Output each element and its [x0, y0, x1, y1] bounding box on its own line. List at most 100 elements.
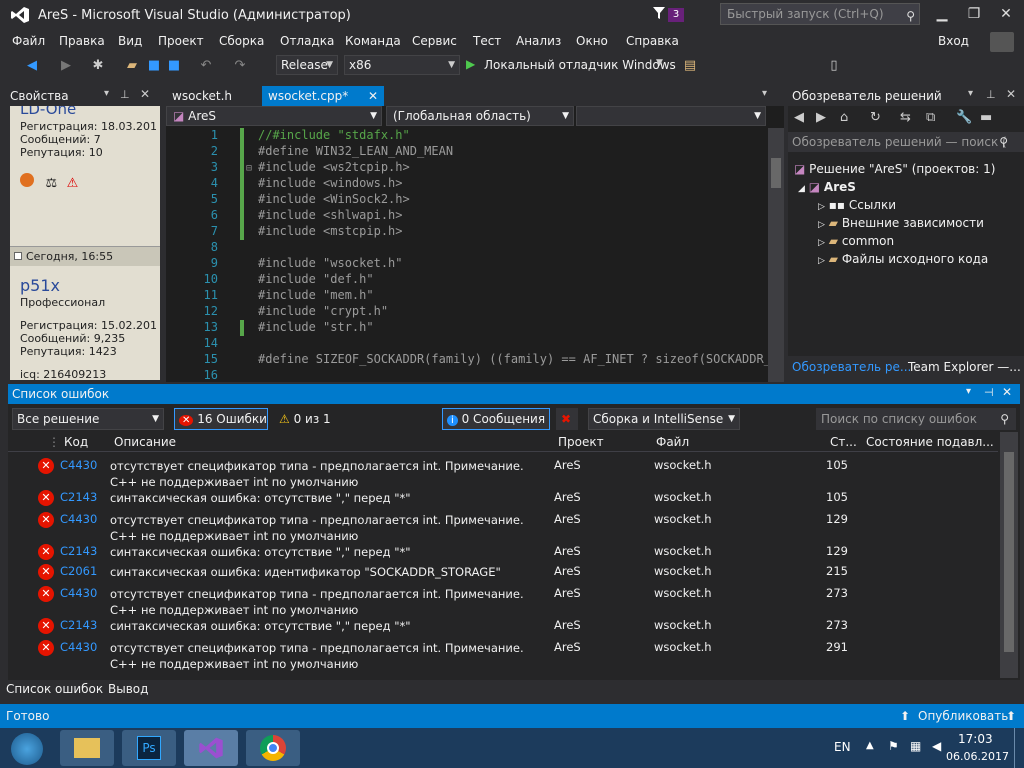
start-button[interactable]: [2, 730, 52, 766]
open-folder-icon[interactable]: ▰: [124, 58, 140, 74]
bookmark-icon[interactable]: ▯: [826, 58, 842, 74]
notification-badge[interactable]: 3: [668, 8, 684, 22]
expand-icon[interactable]: ▷: [818, 220, 825, 230]
tab-error-list[interactable]: Список ошибок: [6, 682, 103, 696]
table-row[interactable]: ✕ C4430 отсутствует спецификатор типа - пр…: [8, 638, 998, 672]
tab-wsocket-cpp[interactable]: wsocket.cpp* ✕: [262, 86, 384, 106]
notification-filter-icon[interactable]: [652, 6, 666, 20]
home-icon[interactable]: ⌂: [840, 110, 848, 125]
solution-search-input[interactable]: Обозреватель решений — поиск (⚲: [788, 132, 1024, 152]
quick-launch-input[interactable]: Быстрый запуск (Ctrl+Q) ⚲: [720, 3, 920, 25]
tree-solution-root[interactable]: ◪ Решение "AreS" (проектов: 1): [794, 162, 995, 176]
restore-button[interactable]: ❐: [958, 4, 990, 24]
menu-debug[interactable]: Отладка: [280, 34, 334, 48]
taskbar-visual-studio[interactable]: [184, 730, 238, 766]
column-description[interactable]: Описание: [114, 435, 176, 449]
login-link[interactable]: Вход: [938, 34, 969, 48]
menu-view[interactable]: Вид: [118, 34, 142, 48]
history-icon[interactable]: ↻: [870, 110, 881, 125]
error-search-input[interactable]: Поиск по списку ошибок ⚲: [816, 408, 1016, 430]
menu-build[interactable]: Сборка: [219, 34, 264, 48]
minimize-button[interactable]: ▁: [926, 4, 958, 24]
network-icon[interactable]: ▦: [910, 739, 921, 753]
action-center-icon[interactable]: ⚑: [888, 739, 899, 753]
find-in-files-icon[interactable]: ▤: [682, 58, 698, 74]
account-avatar[interactable]: [990, 32, 1014, 52]
volume-icon[interactable]: ◀: [932, 739, 941, 753]
code-lines[interactable]: ⊟ 1 //#include "stdafx.h" 2 #define WIN3…: [166, 128, 784, 382]
tree-item-common[interactable]: ▷ ▰ common: [818, 234, 894, 248]
table-row[interactable]: ✕ C2143 синтаксическая ошибка: отсутствие …: [8, 544, 998, 564]
forward-icon[interactable]: ▶: [816, 110, 826, 125]
warnings-filter-button[interactable]: ⚠ 0 из 1 Предупреждение: [274, 408, 434, 446]
taskbar-chrome[interactable]: [246, 730, 300, 766]
forward-icon[interactable]: ▶: [58, 58, 74, 74]
build-source-select[interactable]: Сборка и IntelliSense ▼: [588, 408, 740, 430]
collapse-all-icon[interactable]: ⧉: [926, 110, 935, 125]
pin-icon[interactable]: ⊥: [986, 88, 996, 101]
tab-wsocket-h[interactable]: wsocket.h: [166, 86, 260, 106]
tree-item-external-deps[interactable]: ▷ ▰ Внешние зависимости: [818, 216, 984, 230]
table-row[interactable]: ✕ C2061 синтаксическая ошибка: идентификат…: [8, 564, 998, 584]
menu-tools[interactable]: Сервис: [412, 34, 457, 48]
tab-team-explorer[interactable]: Team Explorer —...: [908, 360, 1021, 374]
menu-help[interactable]: Справка: [626, 34, 679, 48]
platform-select[interactable]: x86 ▼: [344, 55, 460, 75]
table-row[interactable]: ✕ C4430 отсутствует спецификатор типа - пр…: [8, 510, 998, 543]
table-row[interactable]: ✕ C2143 синтаксическая ошибка: отсутствие …: [8, 618, 998, 638]
sync-icon[interactable]: ⇆: [900, 110, 911, 125]
scrollbar-thumb[interactable]: [771, 158, 781, 188]
menu-edit[interactable]: Правка: [59, 34, 105, 48]
expand-icon[interactable]: ▷: [818, 202, 825, 212]
undo-icon[interactable]: ↶: [198, 58, 214, 74]
close-icon[interactable]: ✕: [1006, 87, 1016, 101]
chevron-up-icon[interactable]: ⬆: [1006, 709, 1016, 723]
back-icon[interactable]: ◀: [794, 110, 804, 125]
table-row[interactable]: ✕ C4430 отсутствует спецификатор типа - пр…: [8, 584, 998, 617]
menu-window[interactable]: Окно: [576, 34, 608, 48]
column-suppression[interactable]: Состояние подавл...: [866, 435, 994, 449]
column-code[interactable]: Код: [64, 435, 88, 449]
start-debugger-button[interactable]: Локальный отладчик Windows: [484, 58, 676, 72]
expand-icon[interactable]: ▷: [818, 238, 825, 248]
publish-icon[interactable]: ⬆: [900, 709, 910, 723]
close-icon[interactable]: ✕: [368, 86, 378, 106]
start-debug-icon[interactable]: ▶: [466, 57, 475, 71]
menu-test[interactable]: Тест: [473, 34, 501, 48]
show-desktop-button[interactable]: [1014, 728, 1024, 768]
menu-project[interactable]: Проект: [158, 34, 204, 48]
table-row[interactable]: ✕ C4430 отсутствует спецификатор типа - пр…: [8, 456, 998, 489]
menu-file[interactable]: Файл: [12, 34, 45, 48]
table-row[interactable]: ✕ C2143 синтаксическая ошибка: отсутствие …: [8, 490, 998, 510]
error-scope-select[interactable]: Все решение ▼: [12, 408, 164, 430]
project-scope-select[interactable]: ◪ AreS ▼: [166, 106, 382, 126]
global-scope-select[interactable]: (Глобальная область) ▼: [386, 106, 574, 126]
chevron-down-icon[interactable]: ▼: [656, 58, 663, 68]
error-list-scrollbar[interactable]: [1000, 432, 1018, 678]
expand-icon[interactable]: ◢: [798, 184, 805, 194]
column-file[interactable]: Файл: [656, 435, 689, 449]
column-sort-icon[interactable]: ⋮: [48, 435, 60, 449]
save-all-icon[interactable]: ■: [166, 58, 182, 74]
menu-analyze[interactable]: Анализ: [516, 34, 561, 48]
new-project-icon[interactable]: ✱: [90, 58, 106, 74]
language-indicator[interactable]: EN: [834, 740, 851, 754]
column-line[interactable]: Ст...: [830, 435, 857, 449]
editor-scrollbar[interactable]: [768, 128, 784, 382]
tab-solution-explorer[interactable]: Обозреватель ре...: [792, 360, 911, 374]
tab-output[interactable]: Вывод: [108, 682, 148, 696]
tree-item-references[interactable]: ▷ ▪▪ Ссылки: [818, 198, 896, 212]
expand-icon[interactable]: ▷: [818, 256, 825, 266]
messages-filter-button[interactable]: i 0 Сообщения: [442, 408, 550, 430]
redo-icon[interactable]: ↷: [232, 58, 248, 74]
back-icon[interactable]: ◀: [24, 58, 40, 74]
properties-icon[interactable]: 🔧: [956, 110, 972, 125]
tree-item-sources[interactable]: ▷ ▰ Файлы исходного кода: [818, 252, 988, 266]
menu-team[interactable]: Команда: [345, 34, 401, 48]
save-icon[interactable]: ■: [146, 58, 162, 74]
taskbar-explorer[interactable]: [60, 730, 114, 766]
collapse-icon[interactable]: ⊟: [246, 163, 252, 174]
column-project[interactable]: Проект: [558, 435, 604, 449]
taskbar-photoshop[interactable]: Ps: [122, 730, 176, 766]
panel-dropdown-icon[interactable]: ▾: [968, 88, 973, 99]
